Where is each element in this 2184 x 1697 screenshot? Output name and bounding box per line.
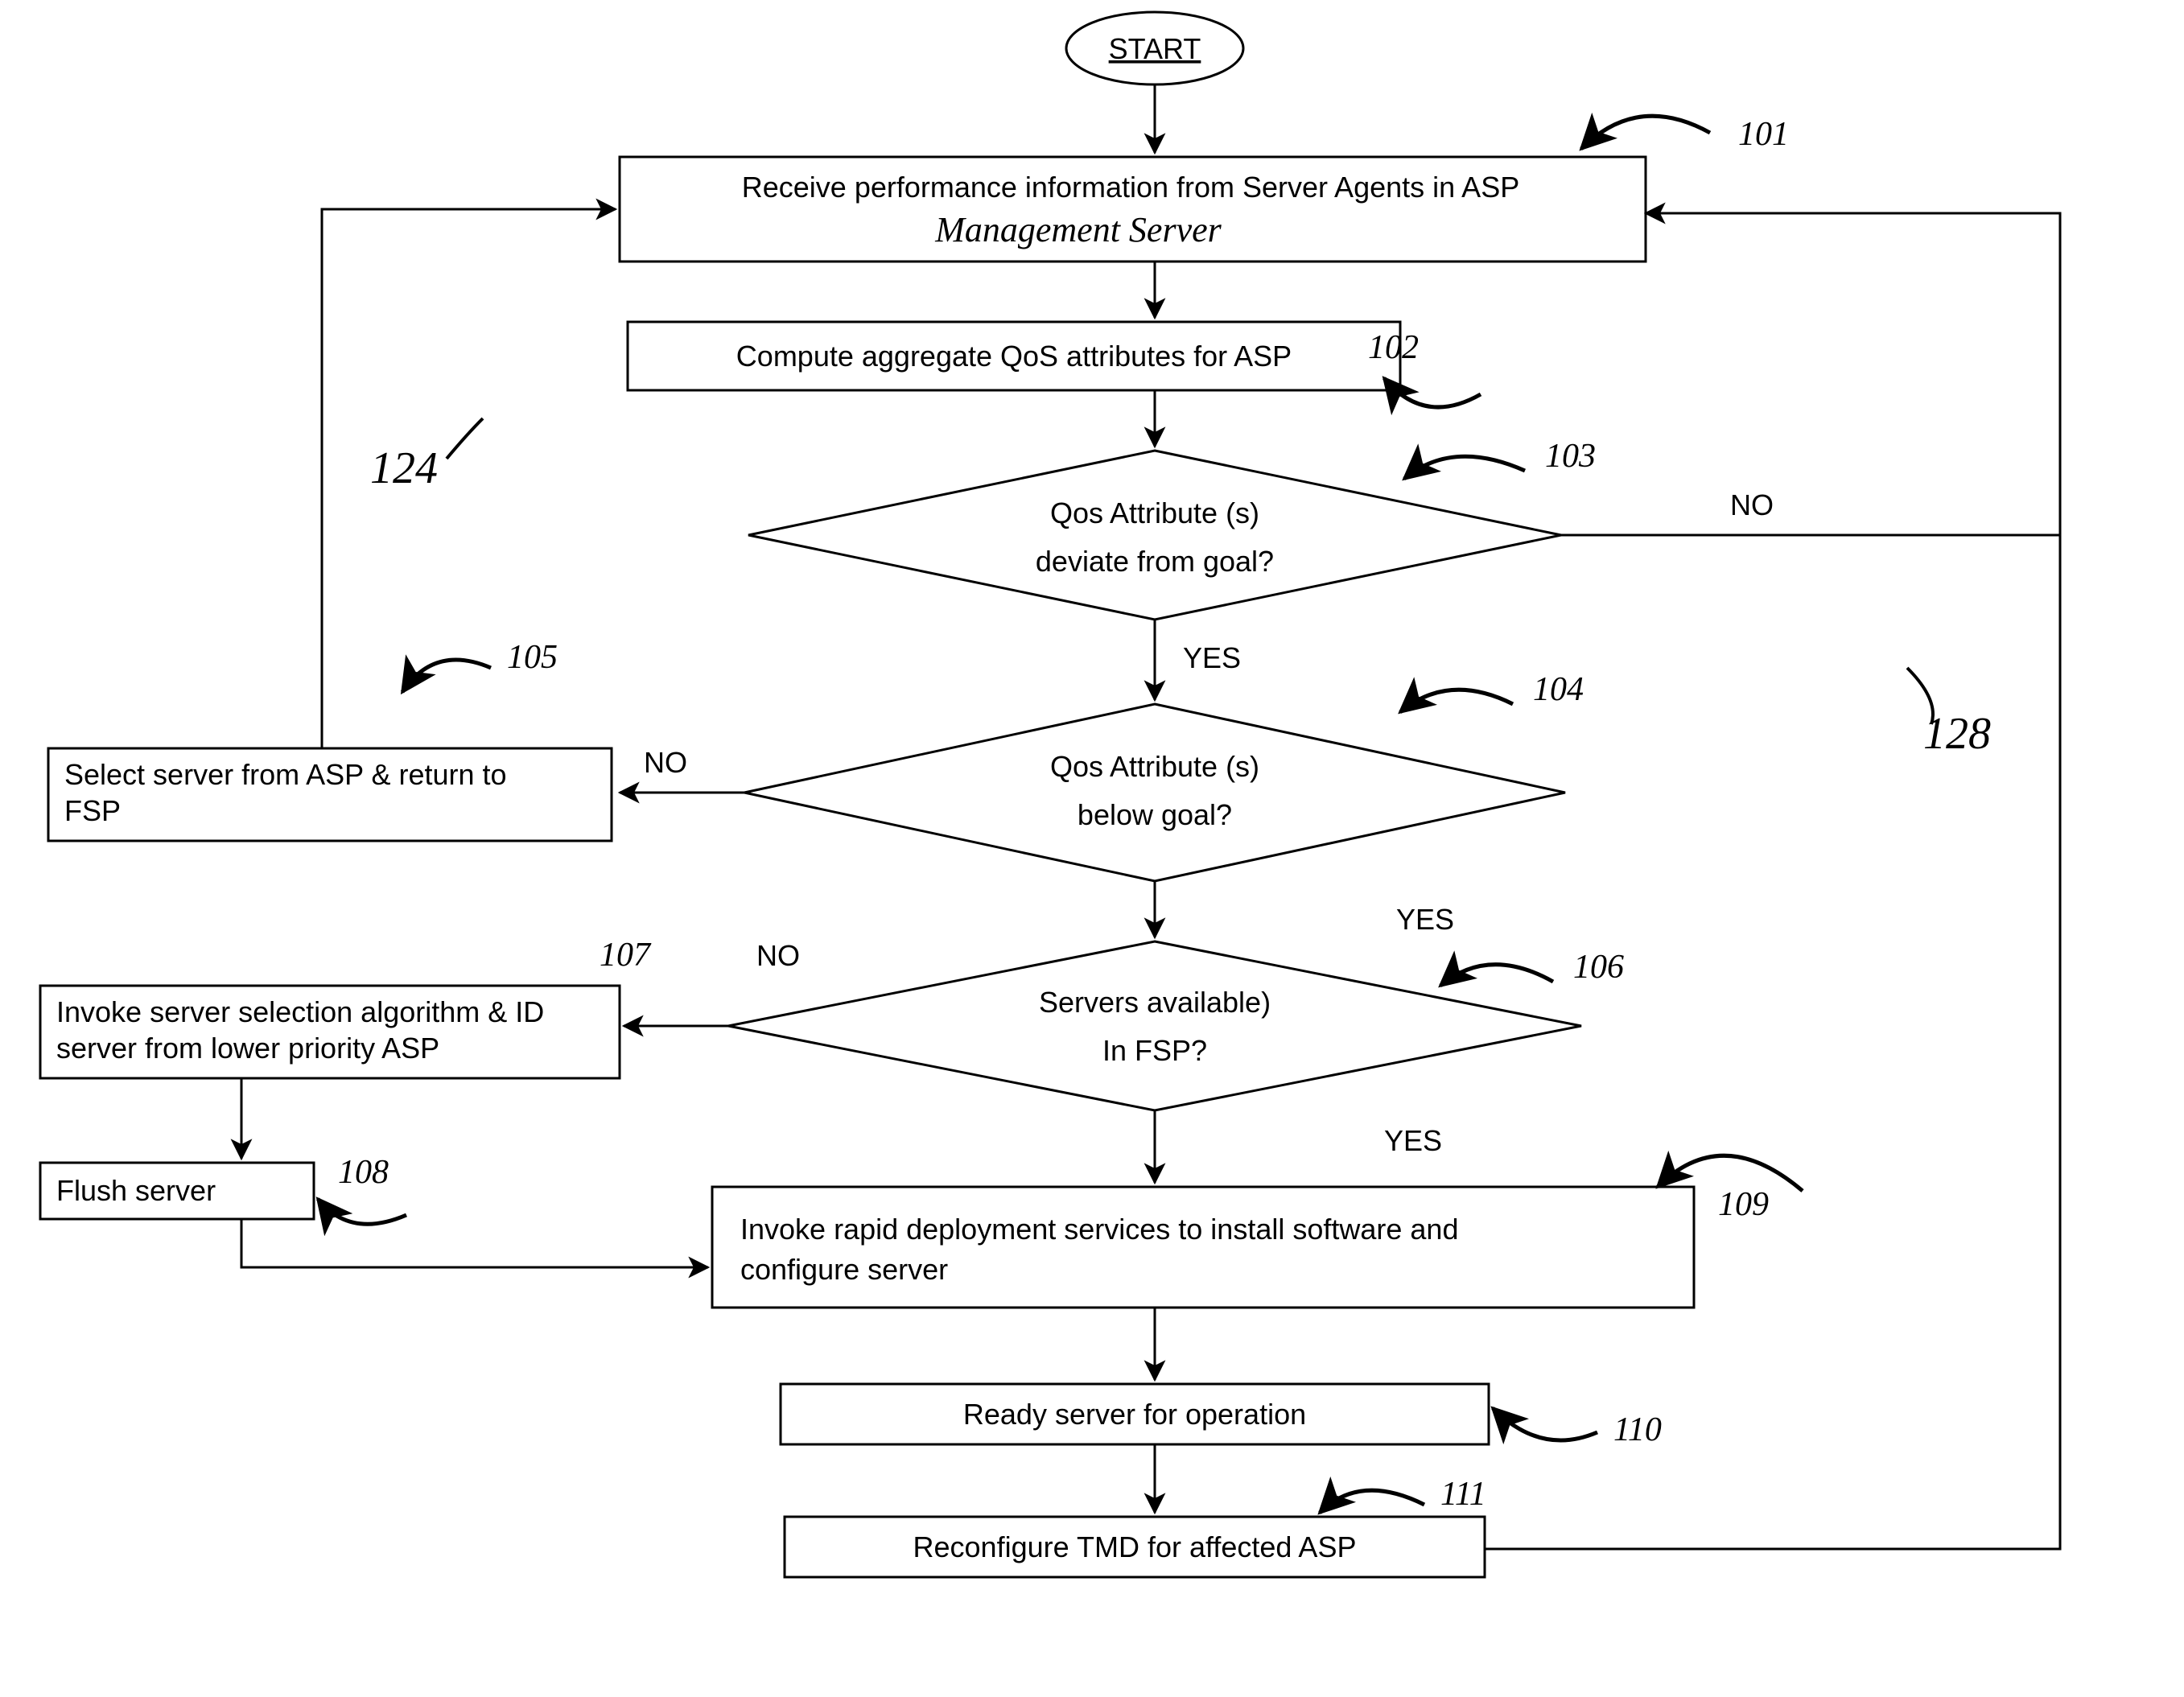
ref-107: 107 [600,937,652,974]
node-102: Compute aggregate QoS attributes for ASP [628,322,1400,390]
label-103-yes: YES [1183,641,1241,674]
label-103-no: NO [1730,488,1774,521]
label-104-yes: YES [1396,903,1454,936]
node-106: Servers available) In FSP? [728,941,1581,1110]
node-102-text: Compute aggregate QoS attributes for ASP [736,340,1292,373]
node-104-l2: below goal? [1078,798,1232,831]
node-110: Ready server for operation [781,1384,1489,1444]
node-107-line1: Invoke server selection algorithm & ID [56,995,544,1028]
node-105-line1: Select server from ASP & return to [64,758,507,791]
node-108: Flush server [40,1163,314,1219]
node-103: Qos Attribute (s) deviate from goal? [748,451,1561,620]
node-107-line2: server from lower priority ASP [56,1032,439,1065]
ref-105: 105 [507,639,558,676]
node-103-l1: Qos Attribute (s) [1050,496,1259,529]
ref-108: 108 [338,1154,389,1191]
start-node: START [1066,12,1243,84]
node-101-hand: Management Server [934,210,1222,249]
label-106-yes: YES [1384,1124,1442,1157]
annotation-124: 124 [370,443,438,493]
ref-101: 101 [1738,116,1789,153]
label-104-no: NO [644,746,687,779]
ref-109: 109 [1718,1186,1769,1223]
node-110-text: Ready server for operation [963,1398,1306,1431]
ref-104: 104 [1533,671,1584,708]
node-107: Invoke server selection algorithm & ID s… [40,986,620,1078]
ref-110: 110 [1613,1411,1662,1448]
label-106-no: NO [756,939,800,972]
node-106-l2: In FSP? [1102,1034,1207,1067]
node-104-l1: Qos Attribute (s) [1050,750,1259,783]
node-103-l2: deviate from goal? [1036,545,1274,578]
node-105: Select server from ASP & return to FSP S… [48,748,612,841]
node-106-l1: Servers available) [1039,986,1271,1019]
flowchart: START Receive performance information fr… [0,0,2184,1697]
node-104: Qos Attribute (s) below goal? [744,704,1565,881]
start-label: START [1109,32,1201,65]
node-111-text: Reconfigure TMD for affected ASP [913,1530,1357,1563]
node-101-line1: Receive performance information from Ser… [742,171,1519,204]
node-111: Reconfigure TMD for affected ASP [785,1517,1485,1577]
node-101: Receive performance information from Ser… [620,157,1646,262]
node-109: Invoke rapid deployment services to inst… [712,1187,1694,1308]
node-108-text: Flush server [56,1174,216,1207]
ref-102: 102 [1368,329,1419,366]
node-105-line2: FSP [64,794,121,827]
node-109-line1: Invoke rapid deployment services to inst… [740,1213,1458,1246]
ref-103: 103 [1545,438,1596,475]
ref-111: 111 [1440,1476,1486,1513]
node-109-line2: configure server [740,1253,948,1286]
ref-106: 106 [1573,949,1624,986]
